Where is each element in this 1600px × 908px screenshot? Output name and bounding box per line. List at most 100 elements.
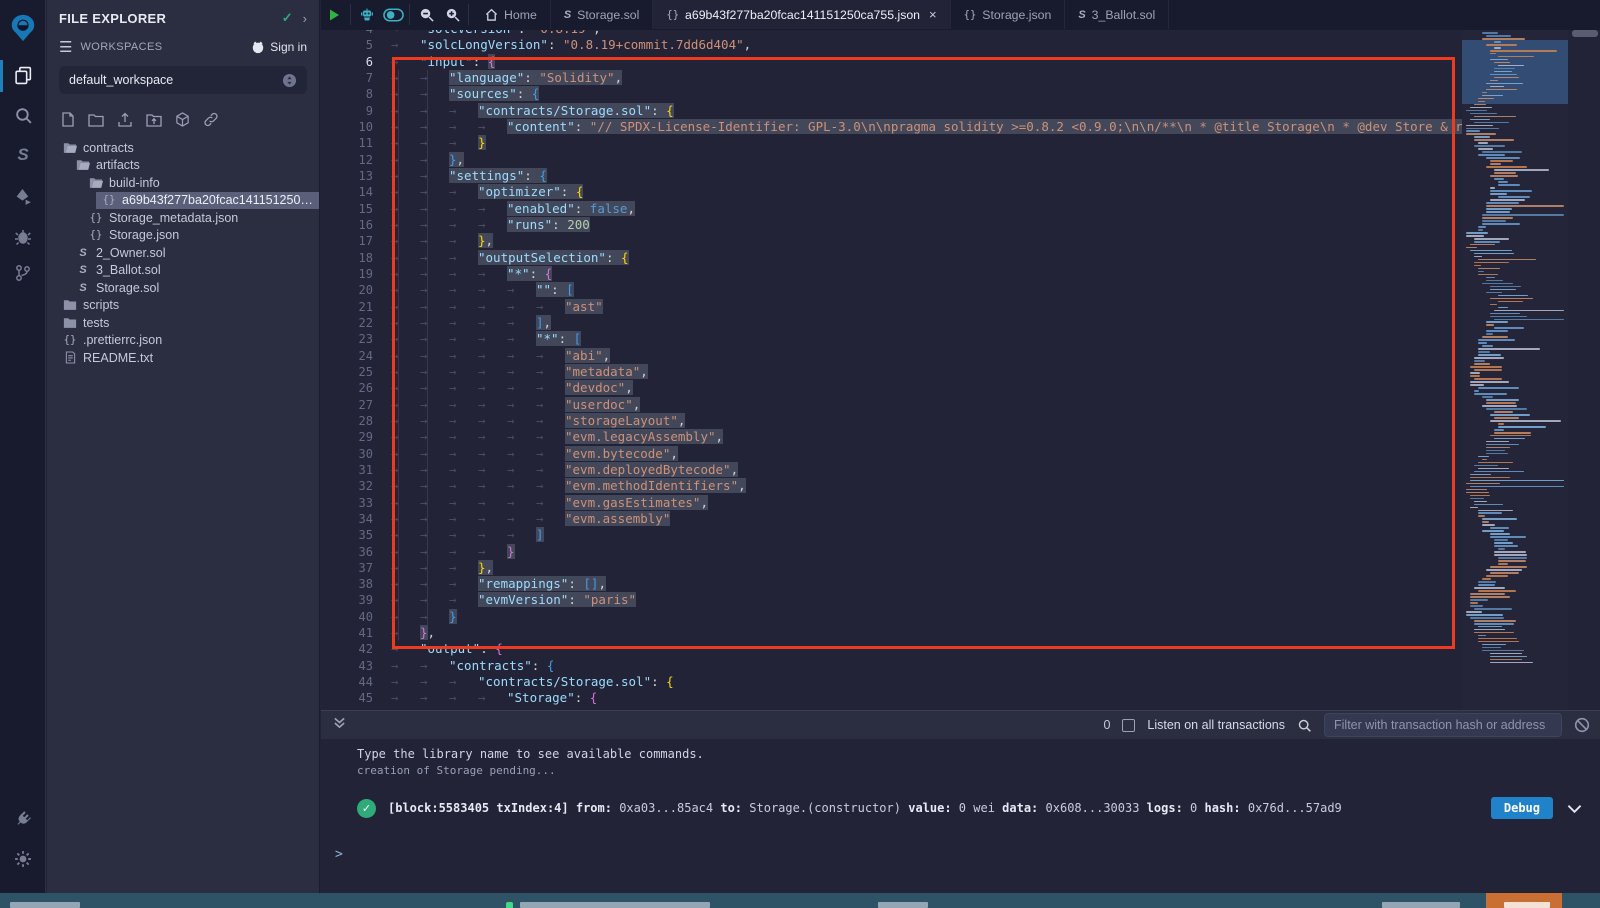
code-line-24[interactable]: 24→→→→→→"abi", (321, 348, 1462, 364)
zoom-out-icon[interactable] (413, 0, 439, 29)
code-line-44[interactable]: 44→→→"contracts/Storage.sol": { (321, 674, 1462, 690)
upload-folder-icon[interactable] (146, 113, 162, 127)
file-tree-item-build-info[interactable]: build-info (47, 174, 319, 192)
code-line-37[interactable]: 37→→→}, (321, 560, 1462, 576)
code-line-23[interactable]: 23→→→→→"*": [ (321, 331, 1462, 347)
code-line-35[interactable]: 35→→→→→] (321, 527, 1462, 543)
transaction-filter-input[interactable] (1324, 713, 1562, 737)
search-icon[interactable] (0, 98, 46, 132)
code-line-27[interactable]: 27→→→→→→"userdoc", (321, 397, 1462, 413)
terminal-prompt[interactable]: > (335, 847, 343, 862)
code-line-21[interactable]: 21→→→→→→"ast" (321, 299, 1462, 315)
code-line-36[interactable]: 36→→→→} (321, 544, 1462, 560)
file-tree-item-2-owner-sol[interactable]: S2_Owner.sol (47, 244, 319, 262)
file-tree-item-artifacts[interactable]: artifacts (47, 157, 319, 175)
clear-console-icon[interactable] (1574, 717, 1590, 733)
settings-gear-icon[interactable] (0, 842, 46, 876)
debug-button[interactable]: Debug (1491, 797, 1553, 819)
tab-storage-json[interactable]: {}Storage.json (951, 0, 1066, 29)
file-tree-item-storage-metadata-json[interactable]: {}Storage_metadata.json (47, 209, 319, 227)
file-tree-item-a69b43f277ba20fcac141151250ca755-json[interactable]: {}a69b43f277ba20fcac141151250ca755.json (47, 192, 319, 210)
tab-3-ballot-sol[interactable]: S3_Ballot.sol (1065, 0, 1169, 29)
code-line-8[interactable]: 8→→"sources": { (321, 86, 1462, 102)
new-folder-icon[interactable] (88, 113, 104, 127)
tab-storage-sol[interactable]: SStorage.sol (551, 0, 654, 29)
hamburger-menu-icon[interactable]: ☰ (59, 38, 72, 56)
collapse-terminal-icon[interactable] (333, 716, 346, 734)
solidity-compiler-icon[interactable]: S (0, 138, 46, 172)
code-line-9[interactable]: 9→→→"contracts/Storage.sol": { (321, 103, 1462, 119)
new-file-icon[interactable] (61, 112, 75, 127)
ai-assistant-icon[interactable] (354, 0, 380, 29)
file-tree-item-3-ballot-sol[interactable]: S3_Ballot.sol (47, 262, 319, 280)
code-line-7[interactable]: 7→→"language": "Solidity", (321, 70, 1462, 86)
code-line-4[interactable]: 4→"solcVersion": "0.8.19", (321, 30, 1462, 37)
code-line-41[interactable]: 41→}, (321, 625, 1462, 641)
file-tree-item-contracts[interactable]: contracts (47, 139, 319, 157)
theme-toggle-icon[interactable] (380, 0, 406, 29)
plugin-manager-icon[interactable] (0, 802, 46, 836)
workspace-select[interactable]: default_workspace (59, 66, 307, 94)
deploy-run-icon[interactable] (0, 180, 46, 214)
code-line-11[interactable]: 11→→→} (321, 135, 1462, 151)
code-line-29[interactable]: 29→→→→→→"evm.legacyAssembly", (321, 429, 1462, 445)
file-tree-item-readme-txt[interactable]: README.txt (47, 349, 319, 367)
minimap[interactable] (1462, 30, 1568, 710)
code-line-13[interactable]: 13→→"settings": { (321, 168, 1462, 184)
scrollbar-thumb[interactable] (1572, 30, 1598, 37)
code-line-30[interactable]: 30→→→→→→"evm.bytecode", (321, 446, 1462, 462)
file-tree-item--prettierrc-json[interactable]: {}.prettierrc.json (47, 332, 319, 350)
file-tree-item-storage-json[interactable]: {}Storage.json (47, 227, 319, 245)
code-line-14[interactable]: 14→→→"optimizer": { (321, 184, 1462, 200)
code-line-10[interactable]: 10→→→→"content": "// SPDX-License-Identi… (321, 119, 1462, 135)
git-icon[interactable] (0, 256, 46, 290)
debugger-icon[interactable] (0, 220, 46, 254)
zoom-in-icon[interactable] (439, 0, 465, 29)
code-line-15[interactable]: 15→→→→"enabled": false, (321, 201, 1462, 217)
code-line-31[interactable]: 31→→→→→→"evm.deployedBytecode", (321, 462, 1462, 478)
box-icon[interactable] (175, 112, 190, 127)
file-tree-item-scripts[interactable]: scripts (47, 297, 319, 315)
upload-file-icon[interactable] (117, 112, 133, 127)
code-line-22[interactable]: 22→→→→→], (321, 315, 1462, 331)
code-line-43[interactable]: 43→→"contracts": { (321, 658, 1462, 674)
remix-logo-icon[interactable] (0, 8, 46, 48)
code-line-19[interactable]: 19→→→→"*": { (321, 266, 1462, 282)
listen-checkbox[interactable] (1122, 719, 1135, 732)
code-line-28[interactable]: 28→→→→→→"storageLayout", (321, 413, 1462, 429)
code-editor[interactable]: 4→"solcVersion": "0.8.19",5→"solcLongVer… (321, 30, 1600, 710)
statusbar-alert-badge[interactable] (1486, 893, 1562, 908)
sign-in-button[interactable]: Sign in (251, 40, 307, 54)
close-tab-icon[interactable]: × (929, 7, 937, 22)
terminal[interactable]: Type the library name to see available c… (321, 739, 1600, 893)
chevron-right-icon[interactable]: › (303, 11, 307, 26)
search-transactions-icon[interactable] (1297, 718, 1312, 733)
code-line-25[interactable]: 25→→→→→→"metadata", (321, 364, 1462, 380)
code-line-6[interactable]: 6→"input": { (321, 54, 1462, 70)
code-line-12[interactable]: 12→→}, (321, 152, 1462, 168)
code-line-20[interactable]: 20→→→→→"": [ (321, 282, 1462, 298)
code-line-38[interactable]: 38→→→"remappings": [], (321, 576, 1462, 592)
file-tree-item-tests[interactable]: tests (47, 314, 319, 332)
code-line-26[interactable]: 26→→→→→→"devdoc", (321, 380, 1462, 396)
code-line-40[interactable]: 40→→} (321, 609, 1462, 625)
code-line-42[interactable]: 42→"output": { (321, 641, 1462, 657)
check-icon[interactable]: ✓ (282, 10, 293, 26)
code-line-18[interactable]: 18→→→"outputSelection": { (321, 250, 1462, 266)
file-tree-item-storage-sol[interactable]: SStorage.sol (47, 279, 319, 297)
code-line-33[interactable]: 33→→→→→→"evm.gasEstimates", (321, 495, 1462, 511)
transaction-log-row[interactable]: ✓ [block:5583405 txIndex:4] from: 0xa03.… (357, 797, 1590, 819)
run-script-icon[interactable] (321, 0, 347, 29)
link-icon[interactable] (203, 112, 219, 127)
tab-home[interactable]: Home (472, 0, 551, 29)
code-line-39[interactable]: 39→→→"evmVersion": "paris" (321, 592, 1462, 608)
tab-a69b43f277ba20fcac141151250ca755-json[interactable]: {}a69b43f277ba20fcac141151250ca755.json× (653, 0, 950, 29)
code-line-17[interactable]: 17→→→}, (321, 233, 1462, 249)
code-line-5[interactable]: 5→"solcLongVersion": "0.8.19+commit.7dd6… (321, 37, 1462, 53)
code-line-34[interactable]: 34→→→→→→"evm.assembly" (321, 511, 1462, 527)
code-line-16[interactable]: 16→→→→"runs": 200 (321, 217, 1462, 233)
file-explorer-icon[interactable] (0, 58, 46, 92)
expand-tx-chevron-icon[interactable] (1567, 799, 1582, 818)
code-line-32[interactable]: 32→→→→→→"evm.methodIdentifiers", (321, 478, 1462, 494)
code-line-45[interactable]: 45→→→→"Storage": { (321, 690, 1462, 706)
